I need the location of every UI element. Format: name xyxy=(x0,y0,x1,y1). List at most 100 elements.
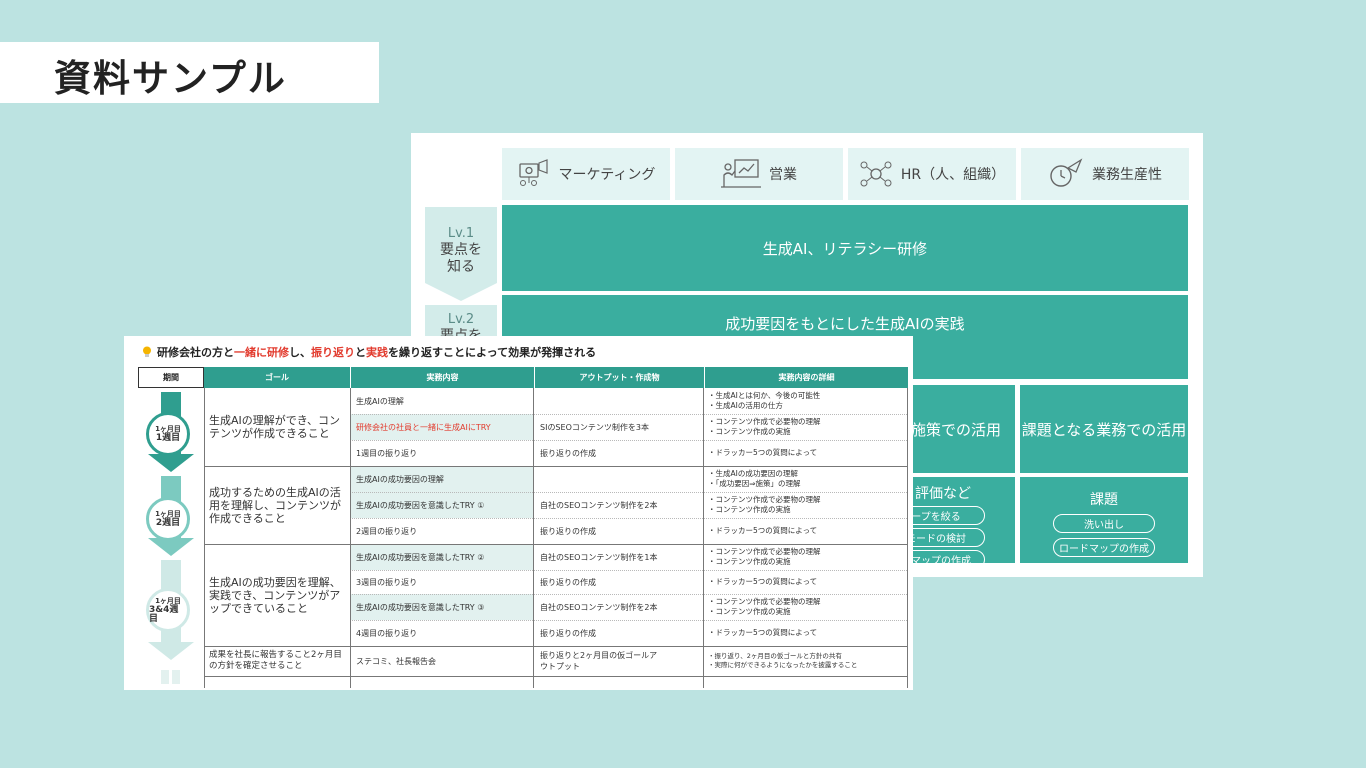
task-cell: 2週目の振り返り xyxy=(356,526,418,536)
category-hr: HR（人、組織） xyxy=(848,148,1016,200)
detail-line: ・コンテンツ作成の実施 xyxy=(708,427,791,436)
period-line2: 3&4週目 xyxy=(149,604,179,624)
goal-week1: 生成AIの理解ができ、コンテンツが作成できること xyxy=(209,414,340,440)
detail-cell: ・ドラッカー5つの質問によって xyxy=(704,440,909,466)
header-output: アウトプット・作成物 xyxy=(534,367,704,388)
detail-cell: ・コンテンツ作成で必要物の理解 ・コンテンツ作成の実施 xyxy=(704,414,909,440)
lv1-block: 生成AI、リテラシー研修 xyxy=(502,205,1188,291)
detail-line: ・コンテンツ作成で必要物の理解 xyxy=(708,597,821,606)
task-cell: 3週目の振り返り xyxy=(356,577,418,587)
detail-line: ・コンテンツ作成で必要物の理解 xyxy=(708,417,821,426)
output-cell xyxy=(534,466,704,492)
detail-line: ・コンテンツ作成で必要物の理解 xyxy=(708,495,821,504)
level-1-label: Lv.1 要点を知る xyxy=(425,207,497,283)
front-slide: 研修会社の方と一緒に研修し、振り返りと実践を繰り返すことによって効果が発揮される… xyxy=(124,336,913,690)
period-badge-week1: 1ヶ月目 1週目 xyxy=(146,412,190,456)
task-cell: 4週目の振り返り xyxy=(356,628,418,638)
task-cell-highlight: 生成AIの成功要因を意識したTRY ① xyxy=(350,492,534,518)
lightbulb-icon xyxy=(143,346,151,357)
headline-part: 研修会社の方と xyxy=(157,346,234,359)
level-desc: 要点を知る xyxy=(440,242,482,275)
hr-usage-label: R施策での活用 xyxy=(900,420,1001,439)
detail-cell: ・生成AIとは何か、今後の可能性 ・生成AIの活用の仕方 xyxy=(704,388,909,414)
evaluation-title: 評価など xyxy=(915,486,971,502)
detail-line: ・ドラッカー5つの質問によって xyxy=(708,448,818,457)
goal-week2: 成功するための生成AIの活用を理解し、コンテンツが作成できること xyxy=(209,485,341,525)
detail-cell: ・ドラッカー5つの質問によって xyxy=(704,570,909,594)
output-cell: 自社のSEOコンテンツ制作を2本 xyxy=(540,602,658,612)
headline-highlight: 振り返り xyxy=(311,346,355,359)
issues-block: 課題 洗い出し ロードマップの作成 xyxy=(1020,477,1188,563)
output-cell: 自社のSEOコンテンツ制作を1本 xyxy=(540,552,658,562)
period-badge-week34: 1ヶ月目 3&4週目 xyxy=(146,588,190,632)
goal-report: 成果を社長に報告すること2ヶ月目の方針を確定させること xyxy=(209,650,342,671)
detail-cell: ・コンテンツ作成で必要物の理解 ・コンテンツ作成の実施 xyxy=(704,492,909,518)
task-cell: 1週目の振り返り xyxy=(356,448,418,458)
issues-pill: ロードマップの作成 xyxy=(1053,538,1155,557)
detail-cell: ・コンテンツ作成で必要物の理解 ・コンテンツ作成の実施 xyxy=(704,594,909,620)
presentation-icon xyxy=(721,159,761,188)
headline: 研修会社の方と一緒に研修し、振り返りと実践を繰り返すことによって効果が発揮される xyxy=(142,344,596,360)
output-cell xyxy=(534,388,704,414)
task-cell-highlight: 生成AIの成功要因の理解 xyxy=(350,466,534,492)
output-cell: 自社のSEOコンテンツ制作を2本 xyxy=(540,500,658,510)
output-cell: 振り返りの作成 xyxy=(540,628,596,638)
output-cell: 振り返りの作成 xyxy=(540,526,596,536)
period-badge-week2: 1ヶ月目 2週目 xyxy=(146,497,190,541)
category-marketing: マーケティング xyxy=(502,148,670,200)
task-cell-highlight: 生成AIの成功要因を意識したTRY ② xyxy=(350,544,534,570)
detail-line: ・生成AIの成功要因の理解 xyxy=(708,469,798,478)
output-cell: 振り返りと2ヶ月目の仮ゴールアウトプット xyxy=(540,651,658,671)
marketing-icon xyxy=(518,159,548,186)
detail-line: ・生成AIとは何か、今後の可能性 xyxy=(708,391,821,400)
page-title: 資料サンプル xyxy=(54,57,287,100)
headline-highlight: 一緒に研修 xyxy=(234,346,289,359)
category-label: HR（人、組織） xyxy=(900,167,1006,183)
detail-line: ・コンテンツ作成の実施 xyxy=(708,557,791,566)
header-period: 期間 xyxy=(138,367,204,388)
detail-cell: ・コンテンツ作成で必要物の理解 ・コンテンツ作成の実施 xyxy=(704,544,909,570)
header-task: 実務内容 xyxy=(350,367,534,388)
detail-line: ・コンテンツ作成で必要物の理解 xyxy=(708,547,821,556)
task-cell-highlight: 生成AIの成功要因を意識したTRY ③ xyxy=(350,594,534,620)
output-cell: 振り返りの作成 xyxy=(540,448,596,458)
level-name: Lv.1 xyxy=(447,226,475,241)
detail-line: ・振り返り、2ヶ月目の仮ゴールと方針の共有 xyxy=(708,652,842,660)
period-line2: 2週目 xyxy=(155,518,181,528)
detail-line: ・ドラッカー5つの質問によって xyxy=(708,628,818,637)
productivity-clock-icon xyxy=(1050,158,1083,187)
task-cell: ステコミ、社長報告会 xyxy=(356,656,436,666)
detail-cell: ・ドラッカー5つの質問によって xyxy=(704,518,909,544)
detail-line: ・生成AIの活用の仕方 xyxy=(708,401,783,410)
output-cell: SIのSEOコンテンツ制作を3本 xyxy=(540,422,649,432)
goal-week34: 生成AIの成功要因を理解、実践でき、コンテンツがアップできていること xyxy=(209,575,341,615)
detail-line: ・実際に何ができるようになったかを披露すること xyxy=(708,661,858,669)
task-cell-highlight: 研修会社の社員と一緒に生成AIにTRY xyxy=(350,414,534,440)
category-label: マーケティング xyxy=(558,167,656,183)
detail-line: ・ドラッカー5つの質問によって xyxy=(708,577,818,586)
category-label: 業務生産性 xyxy=(1092,167,1162,183)
headline-part: を繰り返すことによって効果が発揮される xyxy=(388,346,597,359)
headline-part: と xyxy=(355,346,366,359)
detail-cell: ・ドラッカー5つの質問によって xyxy=(704,620,909,646)
category-label: 営業 xyxy=(769,167,797,183)
headline-highlight: 実践 xyxy=(366,346,388,359)
issues-title: 課題 xyxy=(1090,492,1118,508)
detail-cell: ・振り返り、2ヶ月目の仮ゴールと方針の共有 ・実際に何ができるようになったかを披露… xyxy=(704,646,909,676)
lv2-block-label: 成功要因をもとにした生成AIの実践 xyxy=(725,315,965,333)
team-network-icon xyxy=(860,161,892,187)
period-line2: 1週目 xyxy=(155,433,181,443)
page-title-box: 資料サンプル xyxy=(0,42,379,103)
level-arrow xyxy=(425,283,497,301)
detail-cell: ・生成AIの成功要因の理解 ・「成功要因⇒施策」の理解 xyxy=(704,466,909,492)
headline-part: し、 xyxy=(289,346,311,359)
category-sales: 営業 xyxy=(675,148,843,200)
category-productivity: 業務生産性 xyxy=(1021,148,1189,200)
issues-pill: 洗い出し xyxy=(1053,514,1155,533)
detail-line: ・コンテンツ作成の実施 xyxy=(708,607,791,616)
task-usage-block: 課題となる業務での活用 xyxy=(1020,385,1188,473)
detail-line: ・コンテンツ作成の実施 xyxy=(708,505,791,514)
level-name: Lv.2 xyxy=(447,312,475,327)
header-detail: 実務内容の詳細 xyxy=(704,367,908,388)
task-cell: 生成AIの理解 xyxy=(356,396,404,406)
